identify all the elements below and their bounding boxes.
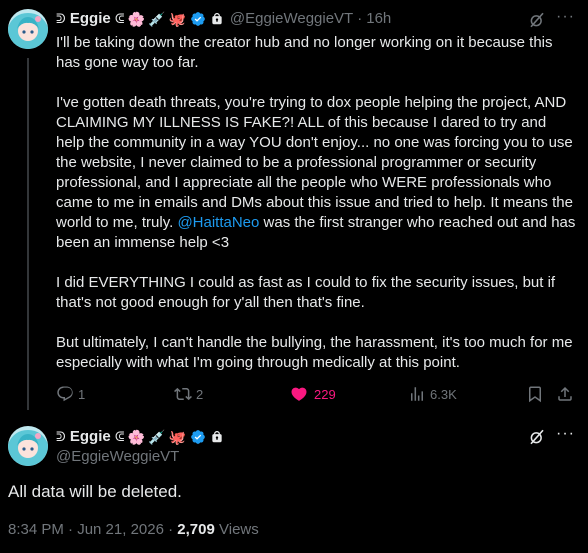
post-meta: 8:34 PM · Jun 21, 2026 · 2,709 Views: [8, 521, 259, 538]
heart-icon: [291, 387, 307, 401]
separator-dot: ·: [357, 10, 363, 27]
handle[interactable]: @EggieWeggieVT: [230, 10, 353, 27]
views-label: Views: [219, 521, 259, 538]
thread-line: [27, 58, 29, 410]
more-options-icon[interactable]: ···: [556, 8, 575, 26]
timestamp[interactable]: 8:34 PM · Jun 21, 2026 ·: [8, 521, 173, 538]
avatar[interactable]: [8, 426, 48, 466]
post-body: I'll be taking down the creator hub and …: [56, 33, 578, 393]
post-paragraph: I did EVERYTHING I could as fast as I co…: [56, 274, 556, 311]
avatar[interactable]: [8, 9, 48, 49]
mention-link[interactable]: @HaittaNeo: [177, 214, 259, 231]
cherry-blossom-emoji: 🌸: [127, 10, 145, 27]
verified-badge-icon: [191, 11, 205, 26]
octopus-emoji: 🐙: [168, 428, 186, 445]
cherry-blossom-emoji: 🌸: [127, 428, 145, 445]
more-options-icon[interactable]: ···: [556, 425, 575, 443]
analytics-icon: [411, 387, 423, 401]
views-button[interactable]: 6.3K: [408, 385, 457, 403]
repost-icon: [174, 387, 192, 401]
syringe-emoji: 💉: [148, 10, 166, 27]
reply-icon: [57, 386, 73, 402]
syringe-emoji: 💉: [148, 428, 166, 445]
reply-text: All data will be deleted.: [8, 482, 182, 501]
verified-badge-icon: [191, 429, 205, 444]
display-name[interactable]: ᕲ Eggie ᕳ: [56, 10, 125, 27]
grok-icon[interactable]: [528, 428, 546, 446]
view-count: 2,709: [177, 521, 215, 538]
octopus-emoji: 🐙: [168, 10, 186, 27]
post-header: ᕲ Eggie ᕳ 🌸 💉 🐙 @EggieWeggieVT · 16h: [56, 10, 391, 27]
like-button[interactable]: 229: [290, 385, 336, 403]
post-actions: 1 2 229 6.3K: [50, 383, 580, 405]
share-icon: [558, 386, 572, 401]
bookmark-button[interactable]: [526, 385, 544, 403]
lock-icon: [212, 12, 222, 24]
reply-header: ᕲ Eggie ᕳ 🌸 💉 🐙: [56, 428, 224, 445]
repost-button[interactable]: 2: [174, 385, 203, 403]
post-time[interactable]: 16h: [366, 10, 391, 27]
reply-button[interactable]: 1: [56, 385, 85, 403]
display-name[interactable]: ᕲ Eggie ᕳ: [56, 428, 125, 445]
bookmark-icon: [529, 386, 541, 403]
reply-handle-row: @EggieWeggieVT: [56, 448, 179, 465]
share-button[interactable]: [556, 385, 574, 403]
grok-icon[interactable]: [528, 11, 546, 29]
lock-icon: [212, 430, 222, 442]
post-paragraph: But ultimately, I can't handle the bully…: [56, 334, 573, 371]
post-paragraph: I'll be taking down the creator hub and …: [56, 34, 553, 71]
handle[interactable]: @EggieWeggieVT: [56, 448, 179, 465]
post-paragraph: I've gotten death threats, you're trying…: [56, 94, 576, 251]
